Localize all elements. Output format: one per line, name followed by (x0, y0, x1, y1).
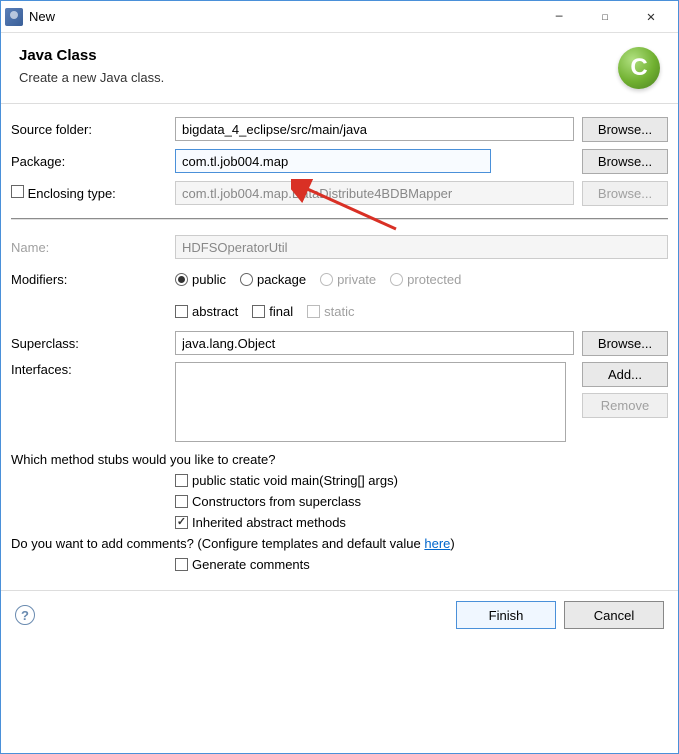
modifier-public-radio[interactable]: public (175, 272, 226, 287)
page-title: Java Class (19, 47, 618, 64)
modifier-static-checkbox: static (307, 304, 354, 319)
generate-comments-checkbox[interactable]: Generate comments (175, 557, 668, 572)
modifiers-label: Modifiers: (11, 272, 175, 287)
window-title: New (29, 9, 536, 24)
interfaces-list[interactable] (175, 362, 566, 442)
constructors-checkbox[interactable]: Constructors from superclass (175, 494, 668, 509)
radio-icon (175, 273, 188, 286)
minimize-button[interactable]: ─ (536, 2, 582, 32)
superclass-input[interactable] (175, 331, 574, 355)
cancel-button[interactable]: Cancel (564, 601, 664, 629)
titlebar: New ─ ☐ ✕ (1, 1, 678, 33)
modifier-final-checkbox[interactable]: final (252, 304, 293, 319)
remove-interface-button: Remove (582, 393, 668, 418)
interfaces-label: Interfaces: (11, 362, 175, 377)
checkbox-icon (175, 474, 188, 487)
radio-icon (320, 273, 333, 286)
checkbox-icon (175, 516, 188, 529)
name-label: Name: (11, 240, 175, 255)
name-input (175, 235, 668, 259)
content-area: Source folder: Browse... Package: Browse… (1, 104, 678, 590)
comments-question: Do you want to add comments? (Configure … (11, 536, 668, 551)
browse-package-button[interactable]: Browse... (582, 149, 668, 174)
checkbox-icon (175, 558, 188, 571)
footer: ? Finish Cancel (1, 590, 678, 641)
browse-superclass-button[interactable]: Browse... (582, 331, 668, 356)
close-button[interactable]: ✕ (628, 2, 674, 32)
help-icon[interactable]: ? (15, 605, 35, 625)
page-description: Create a new Java class. (19, 70, 618, 85)
enclosing-type-label[interactable]: Enclosing type: (11, 185, 175, 201)
divider (11, 218, 668, 220)
configure-templates-link[interactable]: here (424, 536, 450, 551)
package-label: Package: (11, 154, 175, 169)
modifier-package-radio[interactable]: package (240, 272, 306, 287)
checkbox-icon (252, 305, 265, 318)
add-interface-button[interactable]: Add... (582, 362, 668, 387)
browse-enclosing-button: Browse... (582, 181, 668, 206)
modifier-protected-radio: protected (390, 272, 461, 287)
radio-icon (390, 273, 403, 286)
checkbox-icon (175, 495, 188, 508)
enclosing-type-checkbox[interactable] (11, 185, 24, 198)
browse-source-button[interactable]: Browse... (582, 117, 668, 142)
dialog-header: Java Class Create a new Java class. C (1, 33, 678, 104)
inherited-methods-checkbox[interactable]: Inherited abstract methods (175, 515, 668, 530)
app-icon (5, 8, 23, 26)
superclass-label: Superclass: (11, 336, 175, 351)
source-folder-input[interactable] (175, 117, 574, 141)
maximize-button[interactable]: ☐ (582, 2, 628, 32)
stubs-question: Which method stubs would you like to cre… (11, 452, 668, 467)
enclosing-type-input (175, 181, 574, 205)
finish-button[interactable]: Finish (456, 601, 556, 629)
class-icon: C (618, 47, 660, 89)
checkbox-icon (307, 305, 320, 318)
modifier-abstract-checkbox[interactable]: abstract (175, 304, 238, 319)
window-controls: ─ ☐ ✕ (536, 2, 674, 32)
checkbox-icon (175, 305, 188, 318)
package-input[interactable] (175, 149, 491, 173)
modifier-private-radio: private (320, 272, 376, 287)
radio-icon (240, 273, 253, 286)
main-method-checkbox[interactable]: public static void main(String[] args) (175, 473, 668, 488)
source-folder-label: Source folder: (11, 122, 175, 137)
